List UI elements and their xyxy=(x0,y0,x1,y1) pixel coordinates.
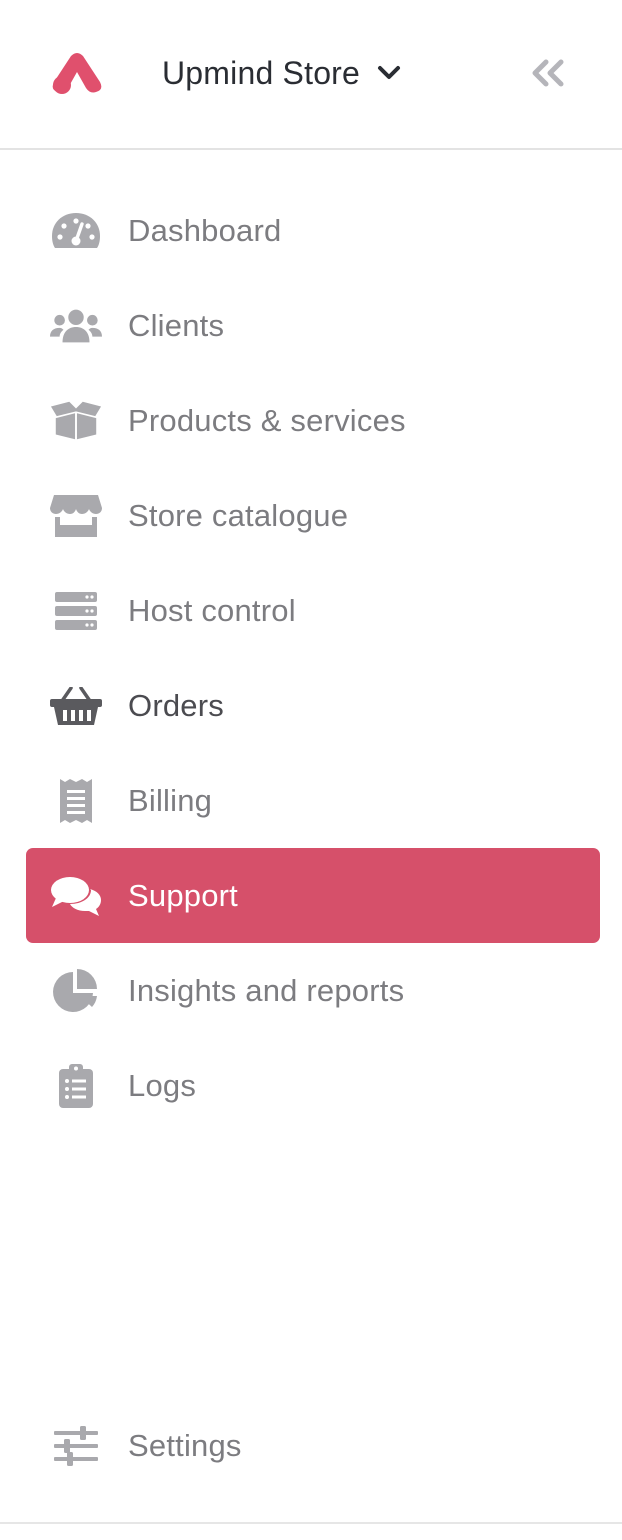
receipt-icon xyxy=(50,778,102,823)
nav-item-label: Host control xyxy=(128,592,296,628)
basket-icon xyxy=(50,684,102,728)
nav-item-support[interactable]: Support xyxy=(26,848,600,943)
nav-item-billing[interactable]: Billing xyxy=(26,753,600,848)
nav-item-label: Store catalogue xyxy=(128,497,349,533)
nav-item-dashboard[interactable]: Dashboard xyxy=(26,183,600,278)
users-icon xyxy=(50,304,102,348)
storefront-icon xyxy=(50,494,102,538)
nav-item-label: Clients xyxy=(128,307,225,343)
nav-item-label: Insights and reports xyxy=(128,972,405,1008)
upmind-logo-icon[interactable] xyxy=(50,52,104,94)
open-box-icon xyxy=(50,399,102,443)
store-name: Upmind Store xyxy=(162,54,361,91)
nav-item-label: Logs xyxy=(128,1067,197,1103)
sliders-icon xyxy=(50,1424,102,1468)
nav-item-label: Products & services xyxy=(128,402,406,438)
nav-item-label: Dashboard xyxy=(128,212,282,248)
store-switcher[interactable]: Upmind Store xyxy=(162,50,402,96)
server-icon xyxy=(50,589,102,633)
sidebar: Upmind Store Dashboard Clients Products … xyxy=(0,0,622,1540)
nav-item-clients[interactable]: Clients xyxy=(26,278,600,373)
nav-item-label: Settings xyxy=(128,1427,242,1463)
nav-item-label: Support xyxy=(128,877,238,913)
nav-item-label: Billing xyxy=(128,782,213,818)
chat-bubbles-icon xyxy=(50,874,102,918)
double-chevron-left-icon[interactable] xyxy=(528,58,568,88)
gauge-icon xyxy=(50,209,102,253)
footer-divider xyxy=(0,1522,622,1524)
nav-item-host-control[interactable]: Host control xyxy=(26,563,600,658)
clipboard-list-icon xyxy=(50,1063,102,1108)
sidebar-header: Upmind Store xyxy=(0,0,622,150)
nav-item-logs[interactable]: Logs xyxy=(26,1038,600,1133)
nav-item-orders[interactable]: Orders xyxy=(26,658,600,753)
nav-item-insights-reports[interactable]: Insights and reports xyxy=(26,943,600,1038)
nav-item-products-services[interactable]: Products & services xyxy=(26,373,600,468)
chevron-down-icon xyxy=(378,66,401,79)
nav-item-settings[interactable]: Settings xyxy=(26,1398,600,1493)
nav-item-store-catalogue[interactable]: Store catalogue xyxy=(26,468,600,563)
nav-item-label: Orders xyxy=(128,687,224,723)
pie-chart-icon xyxy=(50,968,102,1013)
